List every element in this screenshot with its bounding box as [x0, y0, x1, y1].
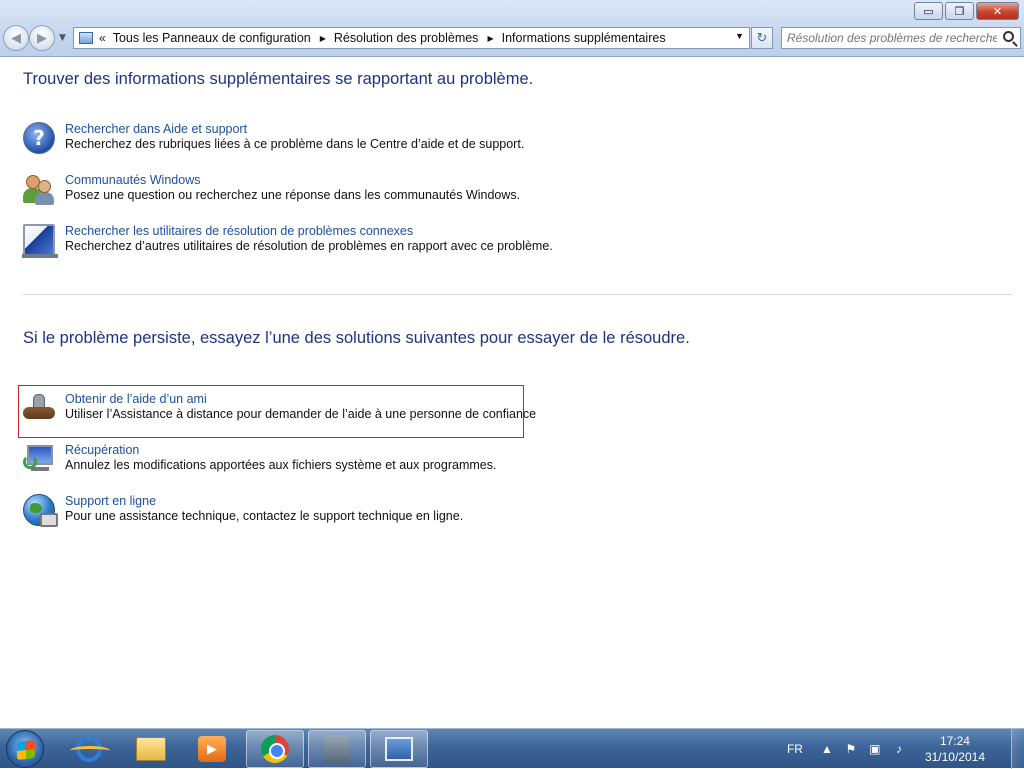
- taskbar-chrome[interactable]: [246, 730, 304, 768]
- navigation-buttons: ◀ ▶ ▼: [3, 25, 66, 51]
- taskbar: ▶ FR ▲ ⚑ ▣ ♪ 17:24 31/10/2014: [0, 728, 1024, 769]
- help-support-link[interactable]: Rechercher dans Aide et support: [65, 122, 247, 136]
- breadcrumb-overflow[interactable]: «: [99, 31, 106, 45]
- online-support-link[interactable]: Support en ligne: [65, 494, 156, 508]
- section-heading-solutions: Si le problème persiste, essayez l’une d…: [23, 329, 690, 347]
- get-help-friend-description: Utiliser l’Assistance à distance pour de…: [65, 407, 537, 421]
- taskbar-media-player[interactable]: ▶: [183, 730, 241, 768]
- forward-button[interactable]: ▶: [29, 25, 55, 51]
- get-help-friend-link[interactable]: Obtenir de l’aide d’un ami: [65, 392, 207, 406]
- windows-communities-link[interactable]: Communautés Windows: [65, 173, 200, 187]
- taskbar-internet-explorer[interactable]: [60, 730, 118, 768]
- file-explorer-icon: [136, 737, 166, 761]
- windows-communities-description: Posez une question ou recherchez une rép…: [65, 188, 521, 202]
- window-chrome: ▭ ❐ ✕ ◀ ▶ ▼ « Tous les Panneaux de confi…: [0, 0, 1024, 57]
- remote-assistance-icon: [23, 392, 55, 424]
- taskbar-control-panel[interactable]: [370, 730, 428, 768]
- breadcrumb-item[interactable]: Tous les Panneaux de configuration: [113, 31, 311, 45]
- address-dropdown-icon[interactable]: ▼: [735, 31, 744, 41]
- language-indicator[interactable]: FR: [787, 742, 803, 756]
- volume-icon[interactable]: ♪: [891, 741, 907, 757]
- recovery-description: Annulez les modifications apportées aux …: [65, 458, 497, 472]
- related-troubleshooters-description: Recherchez d’autres utilitaires de résol…: [65, 239, 553, 253]
- address-bar[interactable]: « Tous les Panneaux de configuration ▶ R…: [73, 27, 750, 49]
- window-controls: ▭ ❐ ✕: [914, 2, 1019, 20]
- people-icon: [23, 173, 55, 205]
- taskbar-remote-assistance[interactable]: [308, 730, 366, 768]
- breadcrumb-item-current[interactable]: Informations supplémentaires: [502, 31, 666, 45]
- breadcrumb-separator-icon[interactable]: ▶: [487, 34, 493, 43]
- back-arrow-icon: ◀: [11, 30, 21, 46]
- search-icon[interactable]: [1003, 31, 1014, 42]
- start-button[interactable]: [6, 730, 44, 768]
- internet-explorer-icon: [70, 736, 110, 762]
- clock[interactable]: 17:24 31/10/2014: [925, 733, 985, 765]
- taskbar-file-explorer[interactable]: [122, 730, 180, 768]
- section-heading-more-info: Trouver des informations supplémentaires…: [23, 70, 534, 88]
- chrome-icon: [261, 735, 289, 763]
- search-box[interactable]: [781, 27, 1021, 49]
- remote-assistance-icon: [324, 735, 350, 763]
- control-panel-window: ▭ ❐ ✕ ◀ ▶ ▼ « Tous les Panneaux de confi…: [0, 0, 1024, 728]
- system-tray: FR ▲ ⚑ ▣ ♪ 17:24 31/10/2014: [787, 729, 1024, 769]
- breadcrumb-separator-icon[interactable]: ▶: [320, 34, 326, 43]
- online-support-description: Pour une assistance technique, contactez…: [65, 509, 464, 523]
- globe-icon: [23, 494, 58, 527]
- breadcrumb-item[interactable]: Résolution des problèmes: [334, 31, 479, 45]
- system-restore-icon: [23, 443, 55, 475]
- maximize-button[interactable]: ❐: [945, 2, 974, 20]
- action-center-icon[interactable]: ⚑: [843, 741, 859, 757]
- related-troubleshooters-link[interactable]: Rechercher les utilitaires de résolution…: [65, 224, 413, 238]
- refresh-icon: ↻: [756, 30, 768, 46]
- back-button[interactable]: ◀: [3, 25, 29, 51]
- clock-time: 17:24: [939, 734, 970, 748]
- clock-date: 31/10/2014: [924, 750, 985, 764]
- recent-pages-dropdown[interactable]: ▼: [59, 33, 66, 43]
- main-content: Trouver des informations supplémentaires…: [0, 57, 1024, 728]
- refresh-button[interactable]: ↻: [751, 27, 773, 49]
- show-hidden-icons-button[interactable]: ▲: [819, 741, 835, 757]
- help-support-description: Recherchez des rubriques liées à ce prob…: [65, 137, 525, 151]
- media-player-icon: ▶: [198, 736, 226, 762]
- control-panel-icon: [79, 32, 93, 44]
- recovery-link[interactable]: Récupération: [65, 443, 139, 457]
- show-desktop-button[interactable]: [1011, 729, 1024, 769]
- section-divider: [23, 294, 1013, 295]
- search-input[interactable]: [787, 31, 997, 45]
- close-button[interactable]: ✕: [976, 2, 1019, 20]
- help-icon: ?: [23, 122, 55, 154]
- troubleshoot-icon: [22, 224, 58, 258]
- windows-logo-icon: [17, 740, 35, 760]
- minimize-button[interactable]: ▭: [914, 2, 943, 20]
- network-icon[interactable]: ▣: [867, 741, 883, 757]
- forward-arrow-icon: ▶: [37, 30, 47, 46]
- control-panel-icon: [385, 737, 413, 761]
